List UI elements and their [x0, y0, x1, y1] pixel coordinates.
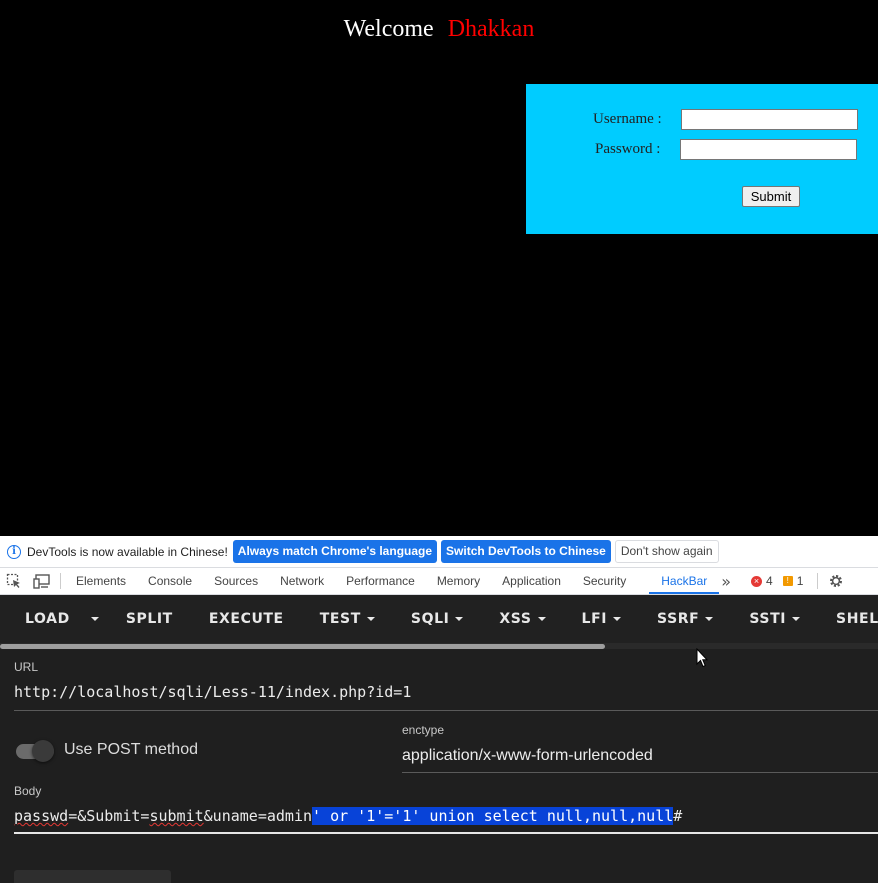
tab-console[interactable]: Console — [137, 568, 203, 594]
lfi-menu-label: LFI — [581, 611, 608, 627]
test-menu-label: TEST — [319, 611, 361, 627]
enctype-select[interactable]: application/x-www-form-urlencoded — [402, 747, 653, 765]
toolbar-divider — [817, 573, 819, 589]
ssrf-menu-label: SSRF — [657, 611, 700, 627]
error-count[interactable]: 4 — [766, 574, 773, 588]
tab-network[interactable]: Network — [269, 568, 335, 594]
tab-memory[interactable]: Memory — [426, 568, 491, 594]
load-button[interactable]: LOAD — [0, 595, 85, 643]
tab-elements[interactable]: Elements — [65, 568, 137, 594]
toolbar-scrollbar[interactable] — [0, 643, 878, 649]
shell-menu[interactable]: SHELL — [818, 595, 878, 643]
username-input[interactable] — [681, 109, 858, 130]
brand-name: Dhakkan — [447, 16, 535, 42]
body-text-rest: &uname=admin — [203, 807, 313, 825]
post-method-toggle-knob[interactable] — [32, 740, 54, 762]
scrollbar-thumb[interactable] — [0, 644, 605, 649]
xss-menu-label: XSS — [499, 611, 532, 627]
xss-menu[interactable]: XSS — [481, 595, 563, 643]
sqli-menu-label: SQLI — [410, 611, 450, 627]
body-text-suffix: # — [673, 807, 683, 825]
password-label: Password : — [595, 141, 661, 157]
mouse-cursor-icon — [696, 648, 708, 668]
tab-application[interactable]: Application — [491, 568, 572, 594]
hackbar-panel: LOAD SPLIT EXECUTE TEST SQLI XSS LFI SSR… — [0, 595, 878, 883]
split-button[interactable]: SPLIT — [108, 595, 191, 643]
shell-menu-label: SHELL — [836, 611, 878, 627]
chevron-down-icon — [792, 617, 801, 621]
body-input[interactable]: passwd=&Submit=submit&uname=admin' or '1… — [14, 807, 682, 825]
sqli-menu[interactable]: SQLI — [393, 595, 482, 643]
load-dropdown-caret-icon[interactable] — [85, 595, 108, 643]
url-label: URL — [14, 660, 39, 674]
chevron-down-icon — [613, 617, 622, 621]
body-label: Body — [14, 784, 42, 798]
chevron-down-icon — [366, 617, 375, 621]
hackbar-toolbar: LOAD SPLIT EXECUTE TEST SQLI XSS LFI SSR… — [0, 595, 878, 643]
chevron-down-icon — [705, 617, 714, 621]
devtools-language-infobar: i DevTools is now available in Chinese! … — [0, 536, 878, 567]
url-input[interactable]: http://localhost/sqli/Less-11/index.php?… — [14, 683, 411, 701]
switch-to-chinese-button[interactable]: Switch DevTools to Chinese — [441, 540, 611, 563]
body-text-passwd: passwd — [14, 807, 69, 825]
info-icon: i — [7, 544, 21, 559]
ssti-menu-label: SSTI — [749, 611, 787, 627]
ssti-menu[interactable]: SSTI — [731, 595, 818, 643]
more-tabs-chevron-icon[interactable]: » — [721, 572, 731, 591]
devtools-tab-bar: Elements Console Sources Network Perform… — [0, 567, 878, 595]
tab-hackbar[interactable]: HackBar — [649, 568, 720, 594]
test-menu[interactable]: TEST — [302, 595, 393, 643]
password-input[interactable] — [680, 139, 857, 160]
login-form: Username : Password : Submit — [526, 84, 878, 234]
settings-gear-icon[interactable] — [822, 568, 850, 594]
welcome-text: Welcome — [343, 16, 434, 42]
ssrf-menu[interactable]: SSRF — [639, 595, 731, 643]
dont-show-again-button[interactable]: Don't show again — [614, 540, 719, 563]
body-text-submit: submit — [149, 807, 204, 825]
body-selected-text: ' or '1'='1' union select null,null,null — [312, 807, 674, 825]
url-underline — [14, 710, 878, 711]
hackbar-bottom-button[interactable] — [14, 870, 171, 883]
enctype-underline — [402, 772, 878, 773]
welcome-heading: Welcome Dhakkan — [0, 16, 878, 43]
warning-count[interactable]: 1 — [797, 574, 804, 588]
inspect-element-icon[interactable] — [0, 568, 28, 594]
chevron-down-icon — [455, 617, 464, 621]
device-toolbar-icon[interactable] — [28, 568, 56, 594]
infobar-message: DevTools is now available in Chinese! — [27, 544, 228, 559]
body-text-mid: =&Submit= — [68, 807, 150, 825]
tab-security[interactable]: Security — [572, 568, 637, 594]
lfi-menu[interactable]: LFI — [564, 595, 640, 643]
username-label: Username : — [593, 111, 662, 127]
submit-button[interactable]: Submit — [742, 186, 800, 207]
tab-sources[interactable]: Sources — [203, 568, 269, 594]
enctype-label: enctype — [402, 723, 445, 737]
webpage-viewport: Welcome Dhakkan Username : Password : Sub… — [0, 0, 878, 536]
chevron-down-icon — [537, 617, 546, 621]
toolbar-divider — [60, 573, 61, 589]
body-underline-focused — [14, 832, 878, 834]
error-icon[interactable]: × — [751, 575, 763, 587]
tab-performance[interactable]: Performance — [335, 568, 426, 594]
post-method-label: Use POST method — [64, 741, 198, 758]
warning-icon[interactable]: ! — [782, 576, 793, 586]
match-language-button[interactable]: Always match Chrome's language — [232, 540, 438, 563]
execute-button[interactable]: EXECUTE — [191, 595, 302, 643]
